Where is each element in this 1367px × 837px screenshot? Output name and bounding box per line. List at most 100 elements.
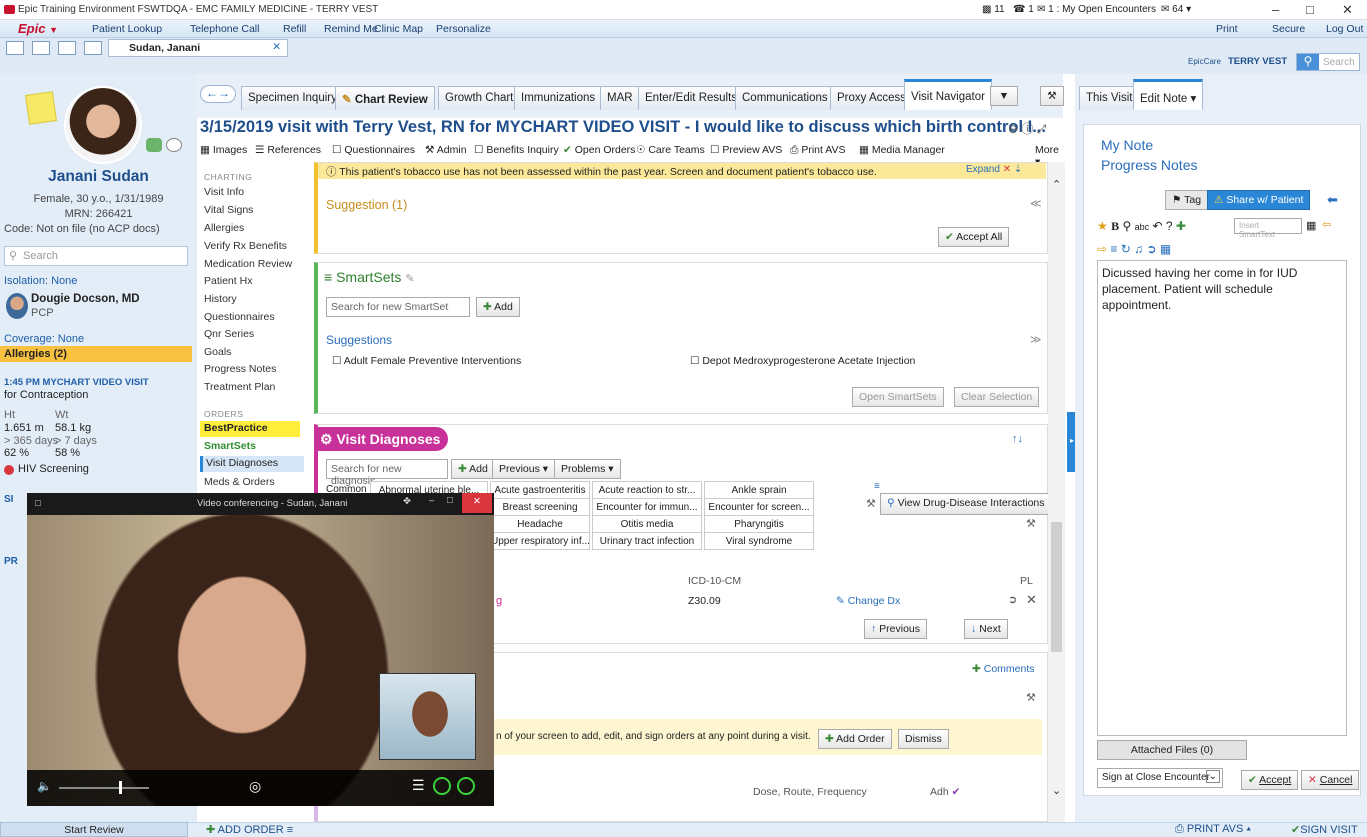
tag-button[interactable]: ⚑ Tag	[1165, 190, 1209, 210]
calendar-icon[interactable]	[6, 41, 24, 55]
scroll-up-icon[interactable]: ⌃	[1052, 178, 1061, 191]
patient-photo[interactable]	[64, 86, 142, 164]
diagnosis-search-input[interactable]: Search for new diagnosis	[326, 459, 448, 487]
accept-all-button[interactable]: ✔ Accept All	[938, 227, 1010, 247]
microphone-icon[interactable]: ♫	[1134, 242, 1143, 256]
inbox-indicator[interactable]: ✉ 1 : My Open Encounters	[1037, 4, 1156, 15]
smartset-search-input[interactable]: Search for new SmartSet	[326, 297, 470, 317]
smarttext-list-icon[interactable]: ▦	[1306, 219, 1316, 232]
close-window-button[interactable]: ✕	[1342, 2, 1353, 18]
sidebar-search[interactable]: ⚲ Search	[4, 246, 188, 266]
common-diagnosis-button[interactable]: Ankle sprain	[704, 481, 814, 499]
problem-list-icon[interactable]: ➲	[1008, 593, 1017, 606]
wrench-icon[interactable]: ⚒	[866, 497, 876, 510]
clinic-map-link[interactable]: Clinic Map	[374, 23, 423, 35]
badge-message-icon[interactable]	[166, 138, 182, 152]
global-search[interactable]: ⚲ Search	[1296, 53, 1360, 71]
note-textarea[interactable]: Dicussed having her come in for IUD plac…	[1097, 260, 1347, 736]
common-diagnosis-button[interactable]: Otitis media	[592, 515, 702, 533]
volume-icon[interactable]: 🔈	[37, 779, 52, 793]
add-smartset-button[interactable]: ✚ Add	[476, 297, 520, 317]
volume-thumb[interactable]	[119, 781, 122, 794]
cancel-button[interactable]: ✕ Cancel	[1301, 770, 1360, 790]
nav-visit-info[interactable]: Visit Info	[204, 186, 244, 198]
next-button[interactable]: ↓ Next	[964, 619, 1008, 639]
common-diagnosis-button[interactable]: Acute gastroenteritis	[490, 481, 590, 499]
tab-mar[interactable]: MAR	[600, 86, 640, 110]
print-avs-button[interactable]: ⎙ Print AVS	[790, 144, 846, 157]
tab-specimen-inquiry[interactable]: Specimen Inquiry	[241, 86, 344, 110]
tab-enter-edit-results[interactable]: Enter/Edit Results	[638, 86, 745, 110]
sticky-note-icon[interactable]	[25, 91, 57, 125]
share-with-patient-button[interactable]: ⚠ Share w/ Patient	[1207, 190, 1311, 210]
pcp-name[interactable]: Dougie Docson, MD	[31, 293, 140, 305]
common-diagnosis-button[interactable]: Urinary tract infection	[592, 532, 702, 550]
add-icon[interactable]: ✚	[1176, 219, 1186, 233]
media-icon[interactable]: ▦	[1160, 242, 1171, 256]
remind-me-link[interactable]: Remind Me	[324, 23, 378, 35]
undo-icon[interactable]: ↶	[1152, 219, 1162, 233]
nav-medication-review[interactable]: Medication Review	[204, 258, 292, 270]
nav-vital-signs[interactable]: Vital Signs	[204, 204, 253, 216]
volume-slider[interactable]	[59, 787, 149, 789]
epic-menu-button[interactable]: Epic ▼	[18, 21, 58, 36]
visit-title-icons[interactable]: ⊖ ⓘ ⤢	[1008, 120, 1046, 137]
nav-bestpractice[interactable]: BestPractice	[200, 421, 300, 437]
nav-allergies[interactable]: Allergies	[204, 222, 244, 234]
wrench-icon[interactable]: ⚒	[1040, 86, 1064, 106]
refresh-icon[interactable]: ↻	[1121, 242, 1131, 256]
preview-avs-button[interactable]: ☐ Preview AVS	[710, 144, 782, 156]
insert-smarttext-input[interactable]: Insert SmartText	[1234, 218, 1302, 239]
scroll-thumb[interactable]	[1051, 522, 1062, 652]
filter-icon[interactable]: ≡	[874, 481, 880, 492]
attached-files-button[interactable]: Attached Files (0)	[1097, 740, 1247, 760]
start-review-button[interactable]: Start Review	[0, 822, 188, 837]
common-diagnosis-button[interactable]: Pharyngitis	[704, 515, 814, 533]
content-scrollbar[interactable]: ⌃ ⌄	[1048, 162, 1065, 822]
link-icon[interactable]: ➲	[1147, 242, 1157, 256]
queue-indicator[interactable]: ▩ 11	[982, 4, 1005, 15]
suggestion-checkbox-2[interactable]: ☐ Depot Medroxyprogesterone Acetate Inje…	[690, 355, 915, 367]
suggestion-checkbox-1[interactable]: ☐ Adult Female Preventive Interventions	[332, 355, 521, 367]
allergies-banner[interactable]: Allergies (2)	[0, 346, 192, 362]
nav-goals[interactable]: Goals	[204, 346, 231, 358]
open-orders-button[interactable]: ✔ Open Orders	[563, 144, 635, 156]
bold-icon[interactable]: B	[1111, 219, 1119, 233]
video-toggle-icon[interactable]	[433, 777, 451, 795]
tab-immunizations[interactable]: Immunizations	[514, 86, 603, 110]
collapse-icon[interactable]: ≫	[1030, 333, 1042, 346]
questionnaires-button[interactable]: ☐ Questionnaires	[332, 144, 415, 156]
mail-indicator[interactable]: ✉ 64 ▾	[1161, 4, 1191, 15]
dismiss-button[interactable]: Dismiss	[898, 729, 949, 749]
admin-button[interactable]: ⚒ Admin	[425, 144, 467, 156]
camera-icon[interactable]: ◎	[249, 778, 261, 795]
nav-visit-diagnoses[interactable]: Visit Diagnoses	[200, 456, 304, 472]
close-patient-tab-icon[interactable]: ✕	[272, 41, 281, 53]
accept-button[interactable]: ✔ Accept	[1241, 770, 1299, 790]
tab-growth-chart[interactable]: Growth Chart	[438, 86, 521, 110]
print-avs-bottom-button[interactable]: ⎙ PRINT AVS ▴	[1175, 823, 1251, 836]
nav-qnr-series[interactable]: Qnr Series	[204, 328, 254, 340]
patient-lookup-link[interactable]: Patient Lookup	[92, 23, 162, 35]
collapse-chevron-icon[interactable]: ≪	[1030, 197, 1042, 210]
find-icon[interactable]: ⚲	[1122, 219, 1131, 233]
tab-visit-navigator[interactable]: Visit Navigator	[904, 79, 992, 110]
common-diagnosis-button[interactable]: Encounter for immun...	[592, 498, 702, 516]
benefits-inquiry-button[interactable]: ☐ Benefits Inquiry	[474, 144, 559, 156]
code-status[interactable]: Code: Not on file (no ACP docs)	[4, 223, 160, 235]
tab-this-visit[interactable]: This Visit	[1079, 86, 1140, 110]
common-diagnosis-button[interactable]: Headache	[490, 515, 590, 533]
secure-link[interactable]: Secure	[1272, 23, 1305, 35]
patient-tab[interactable]: Sudan, Janani ✕	[108, 39, 288, 57]
badge-green-icon[interactable]	[146, 138, 162, 152]
add-order-bottom-button[interactable]: ✚ ADD ORDER ≡	[206, 823, 293, 836]
add-diagnosis-button[interactable]: ✚ Add	[451, 459, 495, 479]
sign-visit-button[interactable]: ✔SIGN VISIT	[1291, 823, 1358, 836]
star-icon[interactable]: ★	[1097, 219, 1108, 233]
problems-dropdown[interactable]: Problems ▾	[554, 459, 621, 479]
help-icon[interactable]: ?	[1166, 219, 1173, 233]
nav-smartsets[interactable]: SmartSets	[204, 440, 256, 452]
logout-link[interactable]: Log Out	[1326, 23, 1363, 35]
tab-proxy-access[interactable]: Proxy Access	[830, 86, 914, 110]
references-button[interactable]: ☰ References	[255, 144, 321, 156]
